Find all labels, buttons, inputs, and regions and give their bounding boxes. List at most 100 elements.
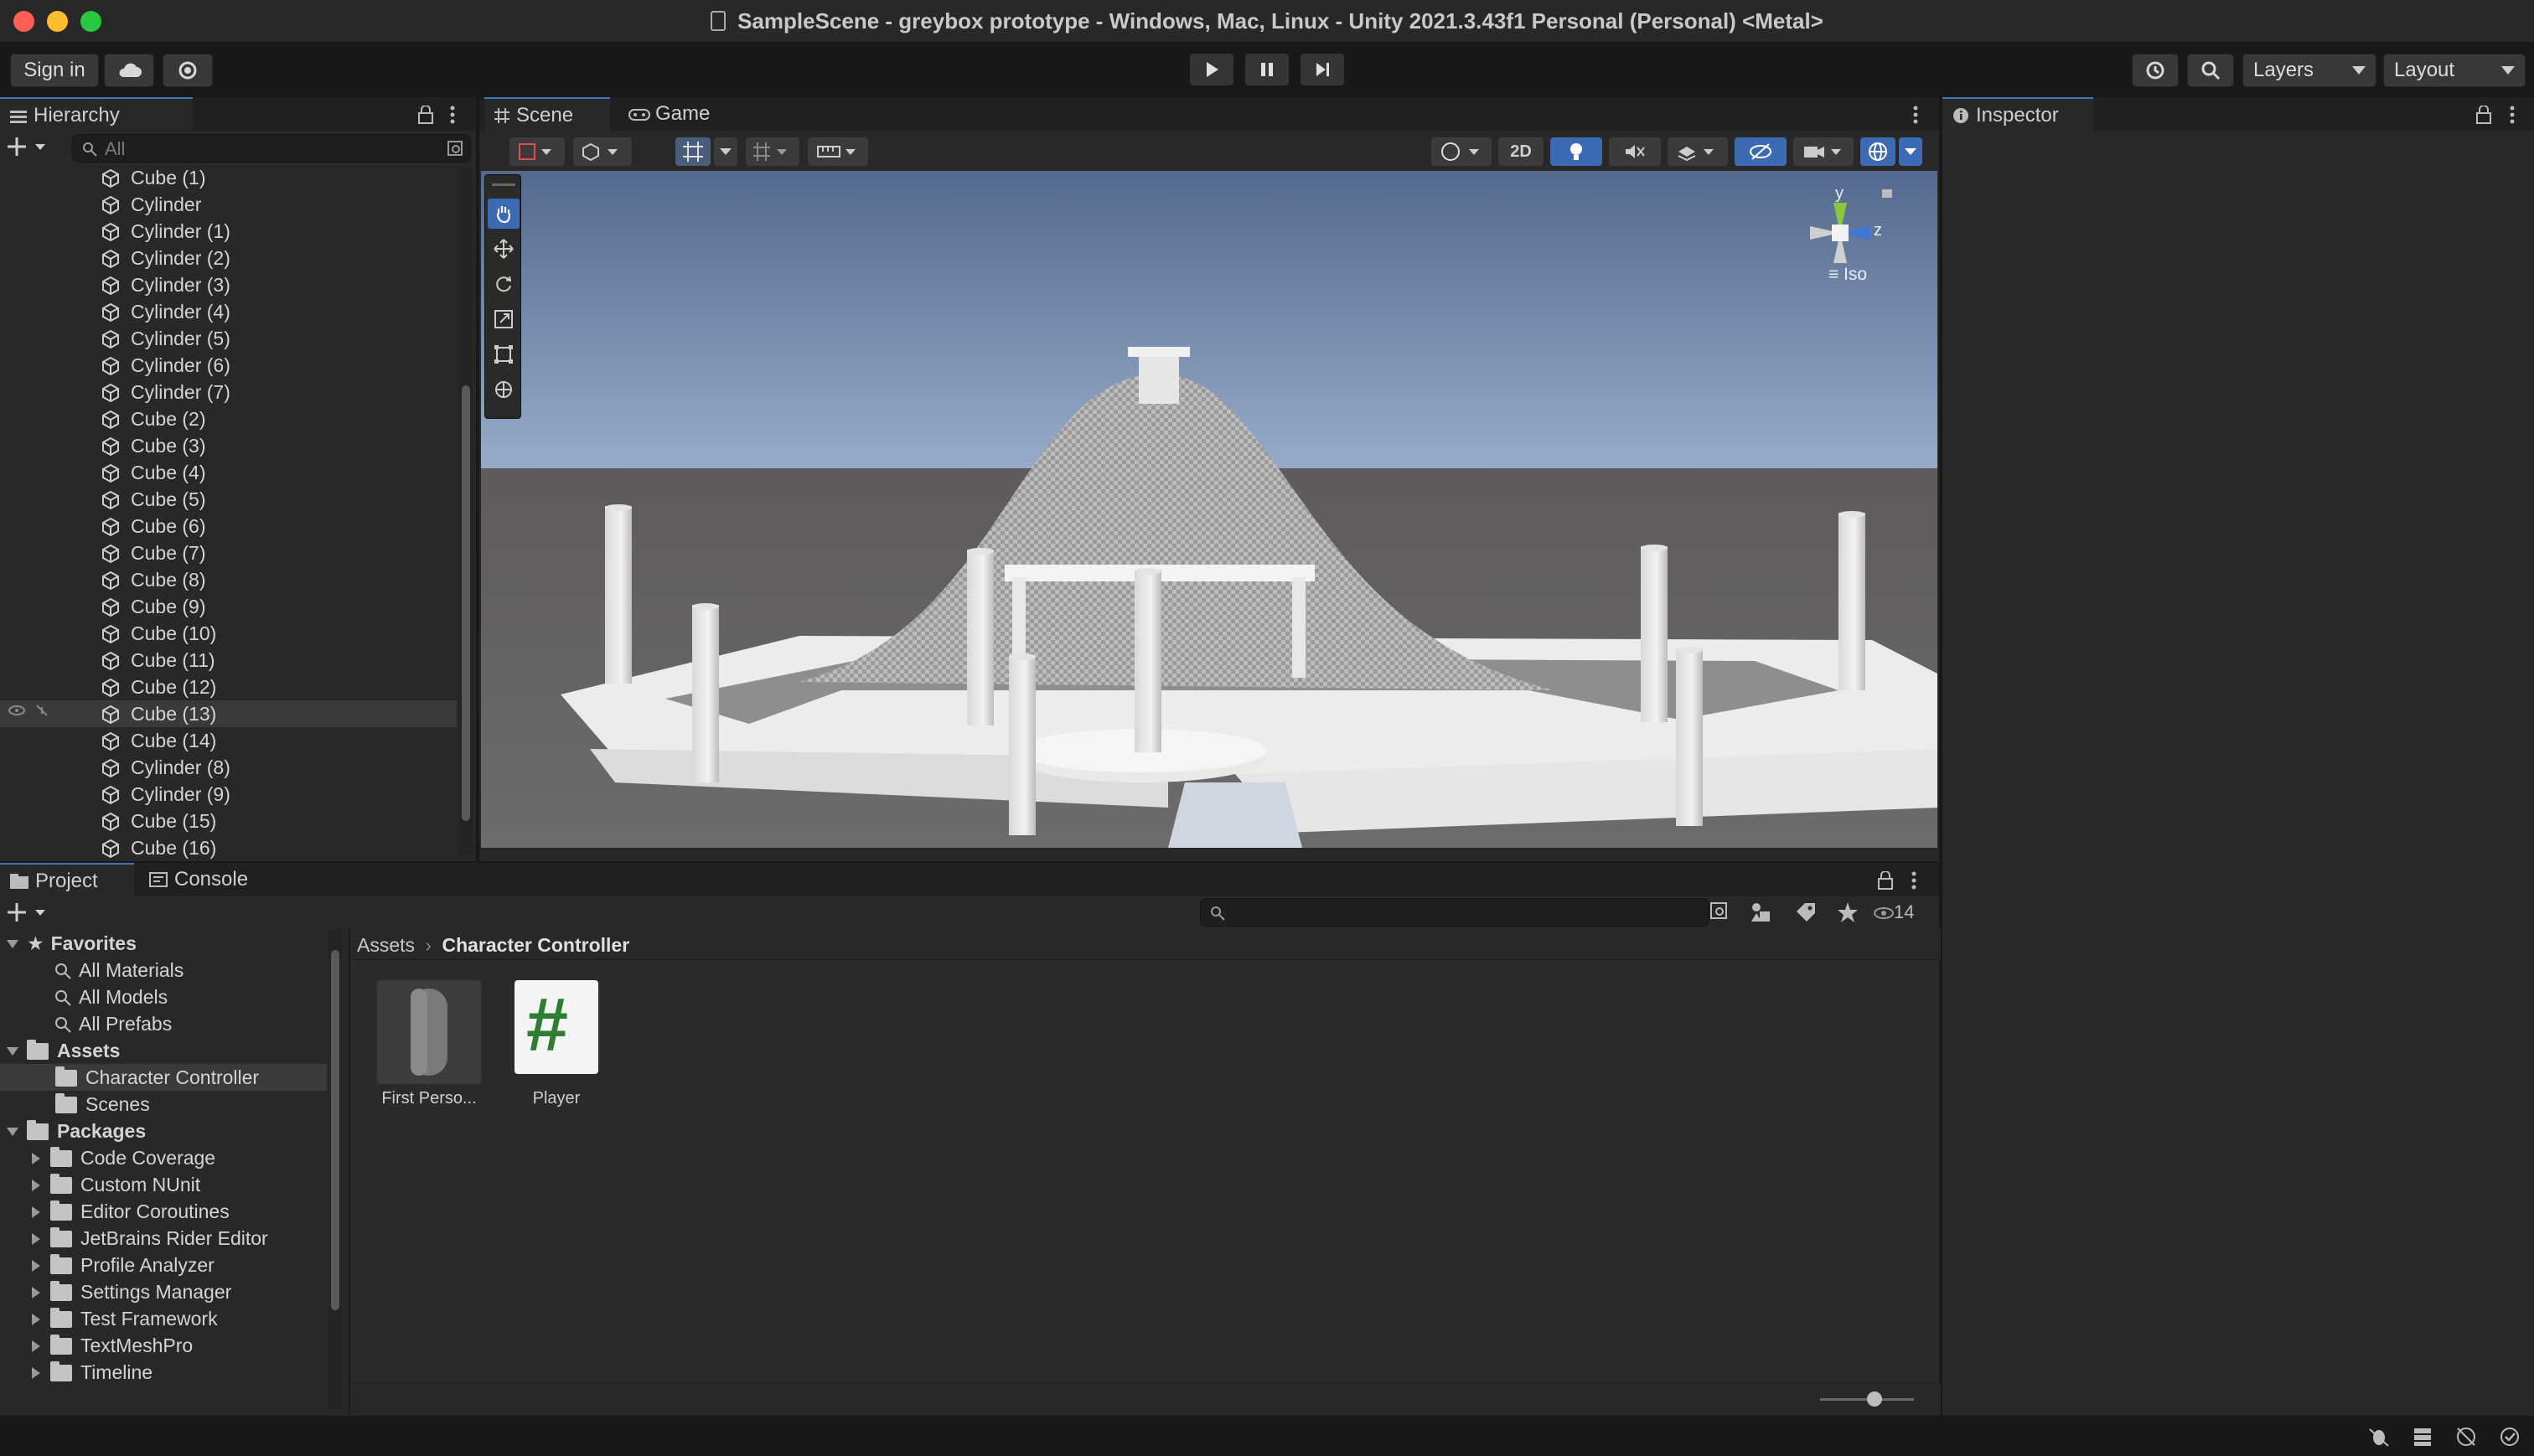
package-folder-item[interactable]: Custom NUnit [32, 1171, 200, 1198]
projection-toggle[interactable]: ≡ Iso [1828, 265, 1867, 285]
undo-history-button[interactable] [2132, 54, 2179, 87]
hierarchy-item[interactable]: Cube (16) [0, 834, 457, 860]
hand-tool-button[interactable] [488, 199, 520, 229]
search-by-scene-icon[interactable] [1709, 901, 1731, 923]
hierarchy-item[interactable]: Cube (11) [0, 647, 457, 674]
lock-icon[interactable] [1877, 871, 1894, 890]
scene-search-icon[interactable] [447, 140, 465, 158]
hierarchy-item[interactable]: Cube (14) [0, 727, 457, 754]
hierarchy-item[interactable]: Cylinder (3) [0, 271, 457, 298]
hierarchy-item[interactable]: Cube (5) [0, 486, 457, 513]
hierarchy-item[interactable]: Cylinder (8) [0, 754, 457, 781]
favorite-item[interactable]: All Prefabs [54, 1010, 172, 1037]
palette-drag-handle[interactable] [492, 183, 515, 186]
more-options-icon[interactable] [2509, 106, 2516, 124]
hierarchy-item[interactable]: Cube (15) [0, 808, 457, 834]
transform-tool-button[interactable] [488, 374, 520, 405]
hierarchy-item[interactable]: Cylinder (2) [0, 245, 457, 271]
hierarchy-item[interactable]: Cube (13) [0, 700, 457, 727]
lock-icon[interactable] [417, 106, 434, 124]
global-tool-dropdown[interactable] [573, 137, 632, 166]
package-folder-item[interactable]: JetBrains Rider Editor [32, 1225, 268, 1252]
project-create-button[interactable] [7, 900, 55, 928]
hierarchy-item[interactable]: Cube (2) [0, 405, 457, 432]
hierarchy-item[interactable]: Cylinder (7) [0, 379, 457, 405]
hierarchy-item[interactable]: Cube (4) [0, 459, 457, 486]
2d-mode-toggle[interactable]: 2D [1498, 137, 1544, 166]
assets-folder-item[interactable]: Scenes [0, 1091, 327, 1118]
folder-tree-scrollbar[interactable] [328, 930, 342, 1409]
tab-hierarchy[interactable]: Hierarchy [0, 97, 193, 131]
hierarchy-item[interactable]: Cylinder (1) [0, 218, 457, 245]
step-button[interactable] [1301, 54, 1344, 85]
gizmos-toggle[interactable] [1860, 137, 1895, 166]
favorite-item[interactable]: All Models [54, 984, 168, 1010]
hierarchy-item[interactable]: Cube (7) [0, 540, 457, 566]
hierarchy-item[interactable]: Cube (9) [0, 593, 457, 620]
hierarchy-item[interactable]: Cube (1) [0, 164, 457, 191]
package-folder-item[interactable]: Profile Analyzer [32, 1252, 215, 1278]
gizmos-dropdown[interactable] [1899, 137, 1922, 166]
assets-header[interactable]: Assets [7, 1037, 120, 1064]
collab-button[interactable] [163, 54, 213, 87]
hierarchy-item[interactable]: Cylinder (6) [0, 352, 457, 379]
scrollbar-thumb[interactable] [331, 950, 339, 1310]
play-button[interactable] [1190, 54, 1233, 85]
search-button[interactable] [2187, 54, 2234, 87]
hierarchy-search-input[interactable]: All [72, 134, 471, 163]
sign-in-button[interactable]: Sign in [10, 54, 99, 87]
package-folder-item[interactable]: Editor Coroutines [32, 1198, 230, 1225]
tab-inspector[interactable]: Inspector [1942, 97, 2093, 131]
visibility-icon[interactable] [8, 702, 59, 719]
hidden-packages-counter[interactable]: 14 [1874, 900, 1934, 925]
hierarchy-item[interactable]: Cube (10) [0, 620, 457, 647]
package-folder-item[interactable]: Code Coverage [32, 1144, 215, 1171]
breadcrumb-current[interactable]: Character Controller [442, 934, 629, 956]
pivot-tool-dropdown[interactable] [509, 137, 565, 166]
lock-icon[interactable] [2475, 106, 2492, 124]
project-search-input[interactable] [1200, 898, 1709, 927]
rotate-tool-button[interactable] [488, 269, 520, 299]
hierarchy-item[interactable]: Cylinder [0, 191, 457, 218]
check-status-icon[interactable] [2499, 1426, 2521, 1448]
favorite-item[interactable]: All Materials [54, 957, 184, 984]
favorites-header[interactable]: ★ Favorites [7, 930, 137, 957]
hierarchy-item[interactable]: Cube (12) [0, 674, 457, 700]
breadcrumb-assets[interactable]: Assets [357, 934, 415, 956]
asset-player-script[interactable]: # [515, 980, 598, 1074]
network-off-icon[interactable] [2455, 1426, 2477, 1448]
tab-console[interactable]: Console [139, 863, 273, 896]
label-tag-icon[interactable] [1795, 901, 1817, 923]
create-dropdown-button[interactable] [7, 134, 55, 163]
pause-button[interactable] [1245, 54, 1289, 85]
scene-visibility-toggle[interactable] [1735, 137, 1787, 166]
packages-header[interactable]: Packages [7, 1118, 146, 1144]
cloud-button[interactable] [104, 54, 154, 87]
grid-snap-toggle[interactable] [675, 137, 711, 166]
more-options-icon[interactable] [1912, 106, 1919, 124]
move-tool-button[interactable] [488, 234, 520, 264]
scene-lighting-toggle[interactable] [1550, 137, 1602, 166]
debug-bug-icon[interactable] [2368, 1426, 2390, 1448]
audio-toggle[interactable] [1609, 137, 1661, 166]
asset-first-person-prefab[interactable] [377, 980, 481, 1084]
effects-dropdown[interactable] [1668, 137, 1728, 166]
grid-snap-dropdown[interactable] [714, 137, 737, 166]
layers-dropdown[interactable]: Layers [2242, 54, 2376, 87]
hierarchy-item[interactable]: Cube (3) [0, 432, 457, 459]
favorite-star-icon[interactable] [1837, 901, 1859, 923]
hierarchy-item[interactable]: Cylinder (5) [0, 325, 457, 352]
package-folder-item[interactable]: TextMeshPro [32, 1332, 193, 1359]
tab-scene[interactable]: Scene [484, 97, 610, 131]
scene-viewport[interactable]: y z ≡ Iso [481, 171, 1937, 848]
increment-snap-button[interactable] [746, 137, 799, 166]
rect-tool-button[interactable] [488, 339, 520, 369]
package-folder-item[interactable]: Settings Manager [32, 1278, 231, 1305]
layout-dropdown[interactable]: Layout [2383, 54, 2526, 87]
vertex-snap-button[interactable] [808, 137, 868, 166]
assets-folder-item[interactable]: Character Controller [0, 1064, 327, 1091]
package-folder-item[interactable]: Timeline [32, 1359, 153, 1386]
hierarchy-item[interactable]: Cube (8) [0, 566, 457, 593]
shading-mode-dropdown[interactable] [1431, 137, 1492, 166]
orientation-gizmo[interactable]: y z ≡ Iso [1788, 184, 1906, 355]
